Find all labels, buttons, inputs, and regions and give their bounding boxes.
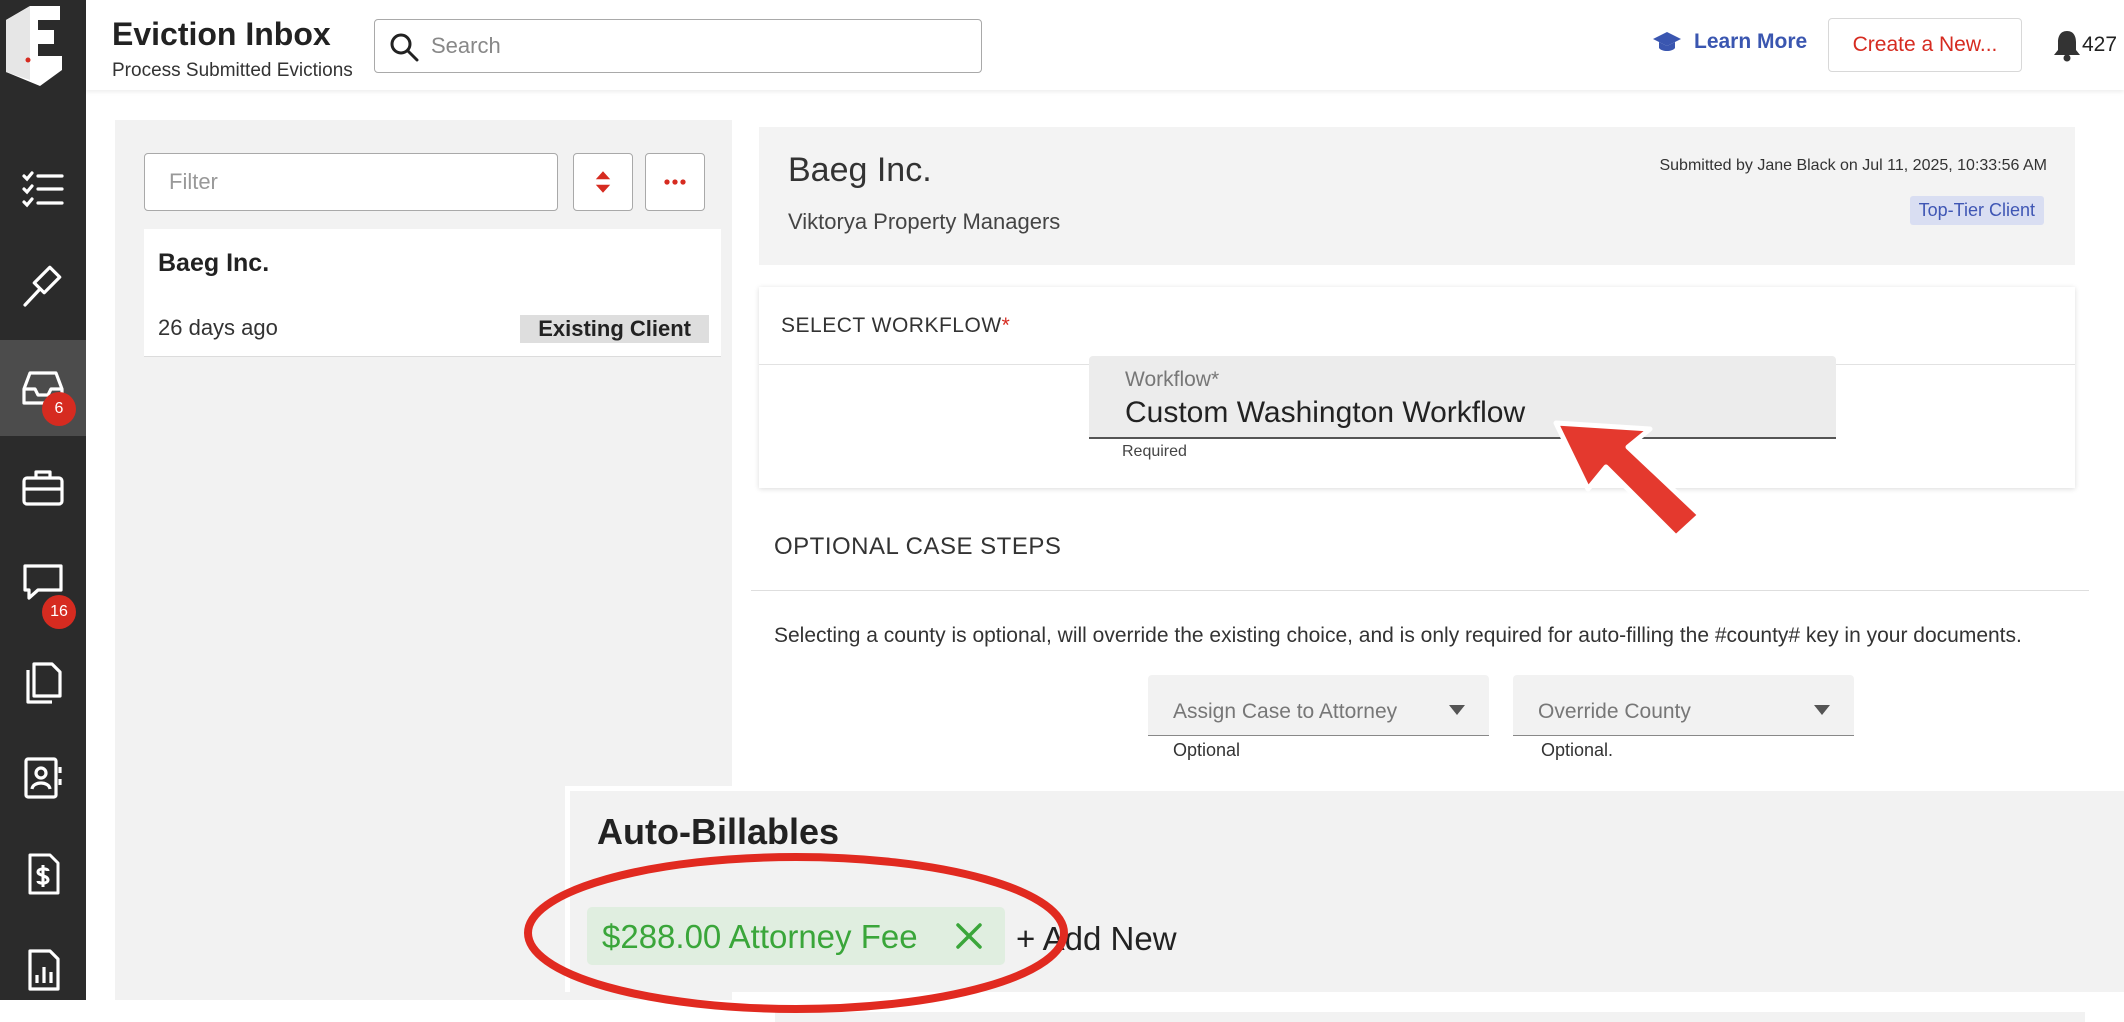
contact-card-icon <box>24 757 62 799</box>
invoice-icon <box>28 853 60 895</box>
override-county-helper: Optional. <box>1541 740 1614 760</box>
annotation-ellipse <box>524 853 1068 1013</box>
list-item-age: 26 days ago <box>158 315 278 340</box>
more-options-button[interactable] <box>645 153 705 211</box>
sort-button[interactable] <box>573 153 633 211</box>
sort-icon <box>595 171 611 193</box>
select-workflow-heading: SELECT WORKFLOW* <box>781 314 1010 338</box>
client-tier-badge: Top-Tier Client <box>1909 196 2044 225</box>
logo-icon <box>6 6 62 86</box>
inbox-count-badge: 6 <box>42 392 76 426</box>
client-header-card: Baeg Inc. Viktorya Property Managers Sub… <box>759 127 2075 265</box>
top-header: Eviction Inbox Process Submitted Evictio… <box>86 0 2124 90</box>
filter-input[interactable] <box>144 153 558 211</box>
rail-item-messages[interactable]: 16 <box>0 535 86 631</box>
create-new-button[interactable]: Create a New... <box>1828 18 2022 72</box>
bell-icon <box>2054 31 2080 62</box>
workflow-field-label: Workflow* <box>1125 368 1220 391</box>
dropdown-arrow-icon <box>1449 705 1465 715</box>
rail-item-tasks[interactable] <box>0 142 86 238</box>
assign-attorney-helper: Optional <box>1173 740 1241 760</box>
dropdown-arrow-icon <box>1814 705 1830 715</box>
select-workflow-card: SELECT WORKFLOW* Workflow* Custom Washin… <box>759 287 2075 488</box>
page-subtitle: Process Submitted Evictions <box>112 60 353 81</box>
checklist-icon <box>22 171 64 208</box>
client-name: Baeg Inc. <box>788 151 932 189</box>
list-item[interactable]: Baeg Inc. 26 days ago Existing Client <box>144 229 721 357</box>
more-horizontal-icon <box>664 179 686 185</box>
search-input[interactable] <box>431 30 961 62</box>
select-workflow-label: SELECT WORKFLOW <box>781 314 1002 337</box>
notification-count: 427 <box>2082 33 2118 56</box>
page-title: Eviction Inbox <box>112 16 331 52</box>
rail-item-inbox[interactable]: 6 <box>0 340 86 436</box>
assign-attorney-placeholder: Assign Case to Attorney <box>1173 700 1398 723</box>
rail-item-cases[interactable] <box>0 440 86 536</box>
override-county-select[interactable]: Override County <box>1513 675 1854 736</box>
override-county-placeholder: Override County <box>1538 700 1691 723</box>
notifications-button[interactable]: 427 <box>2052 28 2117 62</box>
rail-item-court[interactable] <box>0 240 86 336</box>
property-manager-name: Viktorya Property Managers <box>788 209 1061 234</box>
workflow-select[interactable]: Workflow* Custom Washington Workflow <box>1089 356 1836 439</box>
divider <box>751 590 2089 591</box>
workflow-field-value: Custom Washington Workflow <box>1125 396 1526 429</box>
report-icon <box>28 949 60 991</box>
optional-steps-description: Selecting a county is optional, will ove… <box>774 624 2022 647</box>
global-search[interactable] <box>374 19 982 73</box>
submission-info: Submitted by Jane Black on Jul 11, 2025,… <box>1659 157 2047 174</box>
learn-more-label: Learn More <box>1694 30 1808 53</box>
workflow-helper-text: Required <box>1122 443 1187 460</box>
rail-item-documents[interactable] <box>0 635 86 731</box>
gavel-icon <box>23 265 62 307</box>
documents-icon <box>26 662 62 704</box>
required-asterisk: * <box>1001 314 1011 337</box>
side-navigation-rail: 6 16 <box>0 0 86 1000</box>
search-icon <box>390 33 419 62</box>
learn-more-link[interactable]: Learn More <box>1652 30 1807 54</box>
messages-count-badge: 16 <box>42 595 76 629</box>
app-logo[interactable] <box>0 0 86 90</box>
rail-item-reports[interactable] <box>0 922 86 1018</box>
auto-billables-heading: Auto-Billables <box>597 811 840 852</box>
rail-item-contacts[interactable] <box>0 730 86 826</box>
rail-item-billing[interactable] <box>0 826 86 922</box>
assign-attorney-select[interactable]: Assign Case to Attorney <box>1148 675 1489 736</box>
graduation-cap-icon <box>1653 32 1681 51</box>
briefcase-icon <box>22 470 64 506</box>
annotation-arrow-icon <box>1553 420 1703 540</box>
optional-case-steps-heading: OPTIONAL CASE STEPS <box>774 533 1062 560</box>
client-status-tag: Existing Client <box>520 315 709 343</box>
list-item-title: Baeg Inc. <box>158 249 270 277</box>
